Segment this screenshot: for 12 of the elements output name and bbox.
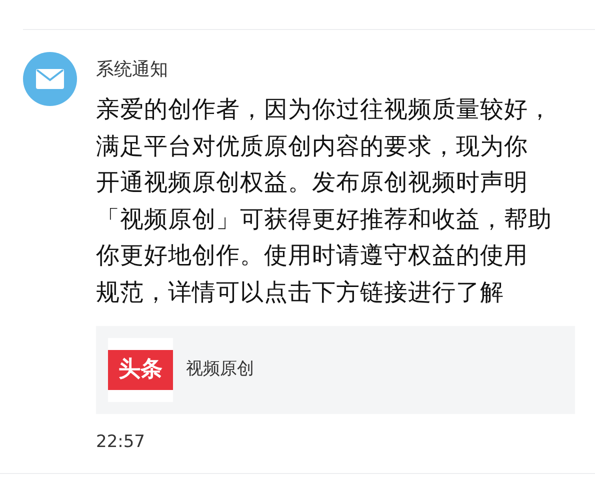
message-line: 满足平台对优质原创内容的要求，现为你	[96, 130, 528, 162]
message-line: 规范，详情可以点击下方链接进行了解	[96, 276, 504, 308]
card-title: 视频原创	[186, 358, 254, 381]
link-card[interactable]: 头条 视频原创	[96, 326, 575, 414]
message-line: 亲爱的创作者，因为你过往视频质量较好，	[96, 94, 552, 125]
message-time: 22:57	[96, 430, 146, 454]
message-line: 「视频原创」可获得更好推荐和收益，帮助	[96, 204, 552, 235]
sender-name: 系统通知	[96, 58, 169, 82]
message-line: 你更好地创作。使用时请遵守权益的使用	[96, 240, 528, 272]
message-line: 开通视频原创权益。发布原创视频时声明	[96, 167, 528, 198]
app-logo: 头条	[108, 350, 173, 390]
envelope-icon	[35, 68, 65, 90]
